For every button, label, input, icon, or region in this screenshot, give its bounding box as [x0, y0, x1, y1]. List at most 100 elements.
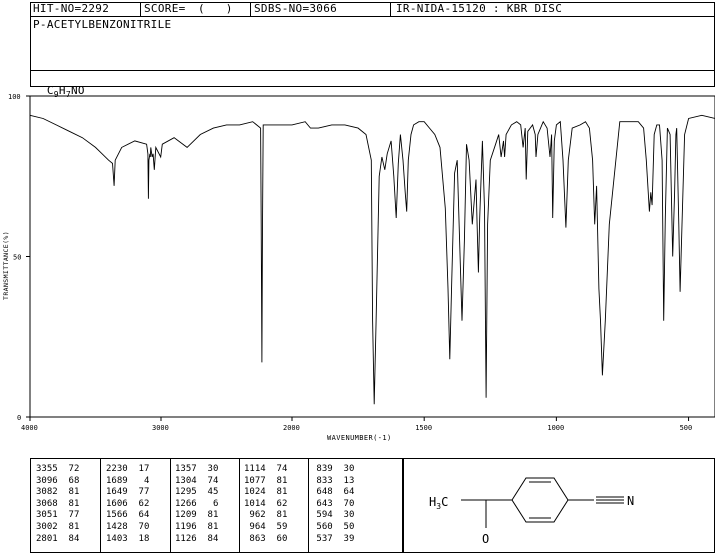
peak-wavenumber: 3082: [36, 487, 58, 498]
peak-wavenumber: 1566: [106, 510, 128, 521]
peak-entry: 3068 81: [36, 499, 79, 510]
x-tick-label: 4000: [21, 424, 38, 432]
peak-wavenumber: 1266: [175, 498, 197, 509]
peak-transmittance: 72: [57, 464, 80, 474]
peak-wavenumber: 3051: [36, 510, 58, 521]
peak-entry: 594 30: [311, 510, 354, 521]
peak-entry: 3355 72: [36, 464, 79, 475]
peak-entry: 1606 62: [106, 499, 149, 510]
peak-entry: 643 70: [311, 499, 354, 510]
peak-entry: 1566 64: [106, 510, 149, 521]
peak-wavenumber: 1024: [244, 487, 266, 498]
peak-entry: 3002 81: [36, 522, 79, 533]
peak-entry: 3051 77: [36, 510, 79, 521]
peak-transmittance: 30: [332, 510, 355, 521]
peak-entry: 3082 81: [36, 487, 79, 498]
peak-transmittance: 45: [196, 487, 219, 498]
peak-transmittance: 18: [127, 533, 150, 544]
peak-entry: 1295 45: [175, 487, 218, 498]
peak-transmittance: 81: [265, 487, 288, 498]
peak-wavenumber: 833: [311, 475, 333, 486]
peak-wavenumber: 648: [311, 487, 333, 498]
peak-transmittance: 81: [265, 475, 288, 486]
peak-transmittance: 77: [127, 487, 150, 498]
peak-transmittance: 62: [265, 498, 288, 509]
peak-entry: 1428 70: [106, 522, 149, 533]
peak-wavenumber: 2230: [106, 464, 128, 474]
peak-wavenumber: 1689: [106, 475, 128, 486]
peak-transmittance: 81: [57, 522, 80, 532]
peak-column-divider: [170, 458, 171, 553]
peak-transmittance: 70: [332, 498, 355, 509]
x-tick-label: 1500: [415, 424, 432, 432]
peak-entry: 1266 6: [175, 499, 218, 510]
peak-transmittance: 4: [127, 475, 150, 486]
peak-transmittance: 13: [332, 475, 355, 486]
peak-column-divider: [239, 458, 240, 553]
peak-entry: 3096 68: [36, 476, 79, 487]
peak-wavenumber: 537: [311, 533, 333, 544]
x-axis-title: WAVENUMBER(-1): [327, 434, 392, 442]
peak-transmittance: 77: [57, 510, 80, 521]
y-axis-ticks: 0 50 100: [8, 93, 30, 422]
peak-transmittance: 74: [265, 464, 288, 474]
peak-transmittance: 81: [196, 510, 219, 521]
ir-spectrum-chart: 0 50 100 4000 3000 2000 1500 1000 500 TRANSMITT…: [2, 93, 715, 442]
peak-entry: 1649 77: [106, 487, 149, 498]
peak-wavenumber: 1357: [175, 464, 197, 474]
peak-entry: 1024 81: [244, 487, 287, 498]
y-tick-label: 0: [17, 414, 21, 422]
peak-wavenumber: 839: [311, 464, 333, 474]
peak-wavenumber: 3355: [36, 464, 58, 474]
peak-entry: 1304 74: [175, 476, 218, 487]
peak-transmittance: 6: [196, 498, 219, 509]
peak-transmittance: 60: [265, 533, 288, 544]
peak-entry: 833 13: [311, 476, 354, 487]
peak-wavenumber: 594: [311, 510, 333, 521]
peak-transmittance: 74: [196, 475, 219, 486]
peak-wavenumber: 863: [244, 533, 266, 544]
peak-entry: 839 30: [311, 464, 354, 475]
peak-wavenumber: 1304: [175, 475, 197, 486]
peak-wavenumber: 3096: [36, 475, 58, 486]
peak-entry: 1403 18: [106, 534, 149, 545]
peak-wavenumber: 3068: [36, 498, 58, 509]
peak-wavenumber: 1209: [175, 510, 197, 521]
peak-column-divider: [308, 458, 309, 553]
peak-transmittance: 64: [332, 487, 355, 498]
x-tick-label: 1000: [547, 424, 564, 432]
peak-wavenumber: 560: [311, 522, 333, 532]
peak-wavenumber: 1649: [106, 487, 128, 498]
peak-wavenumber: 1403: [106, 533, 128, 544]
peak-transmittance: 59: [265, 522, 288, 532]
peak-transmittance: 81: [57, 487, 80, 498]
peak-transmittance: 68: [57, 475, 80, 486]
peak-wavenumber: 1295: [175, 487, 197, 498]
peak-entry: 962 81: [244, 510, 287, 521]
peak-transmittance: 39: [332, 533, 355, 544]
peak-entry: 2230 17: [106, 464, 149, 475]
peak-transmittance: 84: [196, 533, 219, 544]
peak-entry: 1209 81: [175, 510, 218, 521]
peak-entry: 2801 84: [36, 534, 79, 545]
peak-wavenumber: 1196: [175, 522, 197, 532]
peak-wavenumber: 1014: [244, 498, 266, 509]
peak-entry: 1114 74: [244, 464, 287, 475]
peak-transmittance: 81: [57, 498, 80, 509]
peak-wavenumber: 1428: [106, 522, 128, 532]
peak-transmittance: 50: [332, 522, 355, 532]
peak-transmittance: 17: [127, 464, 150, 474]
x-tick-label: 3000: [152, 424, 169, 432]
spectrum-series-line: [29, 114, 715, 405]
peak-column-divider: [100, 458, 101, 553]
peak-entry: 1014 62: [244, 499, 287, 510]
y-axis-title: TRANSMITTANCE(%): [2, 231, 10, 300]
peak-transmittance: 81: [265, 510, 288, 521]
peak-wavenumber: 1606: [106, 498, 128, 509]
peak-wavenumber: 643: [311, 498, 333, 509]
y-tick-label: 50: [13, 254, 21, 262]
peak-entry: 1077 81: [244, 476, 287, 487]
peak-entry: 560 50: [311, 522, 354, 533]
peak-wavenumber: 1077: [244, 475, 266, 486]
peak-entry: 1126 84: [175, 534, 218, 545]
